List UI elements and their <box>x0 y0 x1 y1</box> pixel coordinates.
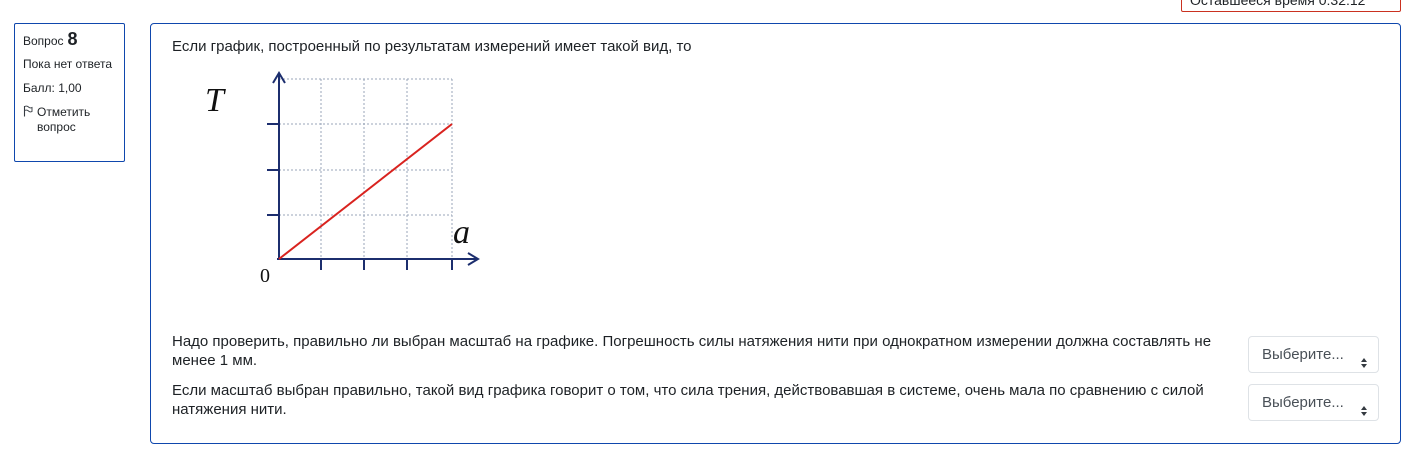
subquestion-2-select-value: Выберите... <box>1262 394 1344 411</box>
graph-grid <box>279 78 453 257</box>
subquestion-1-select-value: Выберите... <box>1262 346 1344 363</box>
answer-status: Пока нет ответа <box>23 57 113 71</box>
subquestion-1-select[interactable]: Выберите... <box>1248 336 1379 373</box>
subquestion-1-text: Надо проверить, правильно ли выбран масш… <box>172 333 1212 369</box>
graph-line <box>278 123 453 260</box>
question-text: Если график, построенный по результатам … <box>172 38 692 55</box>
subquestion-2-select[interactable]: Выберите... <box>1248 384 1379 421</box>
graph-image: T a 0 <box>205 71 480 287</box>
question-number-value: 8 <box>67 29 78 49</box>
select-caret-icon <box>1360 349 1368 384</box>
question-grade: Балл: 1,00 <box>23 81 82 95</box>
graph-origin-label: 0 <box>260 265 270 287</box>
question-number: Вопрос 8 <box>23 29 116 49</box>
graph-axes <box>267 71 480 270</box>
select-caret-icon <box>1360 397 1368 432</box>
graph-x-label: a <box>453 214 470 251</box>
flag-question-button[interactable]: Отметить вопрос <box>23 105 116 135</box>
question-info-panel: Вопрос 8 Пока нет ответа Балл: 1,00 Отме… <box>14 23 125 162</box>
subquestion-2-text: Если масштаб выбран правильно, такой вид… <box>172 382 1204 418</box>
question-label: Вопрос <box>23 34 64 48</box>
time-remaining: Оставшееся время 0:32:12 <box>1181 0 1401 12</box>
graph-y-label: T <box>205 82 226 119</box>
flag-icon <box>23 105 33 135</box>
question-content: Если график, построенный по результатам … <box>150 23 1401 444</box>
flag-question-label: Отметить вопрос <box>37 105 91 134</box>
